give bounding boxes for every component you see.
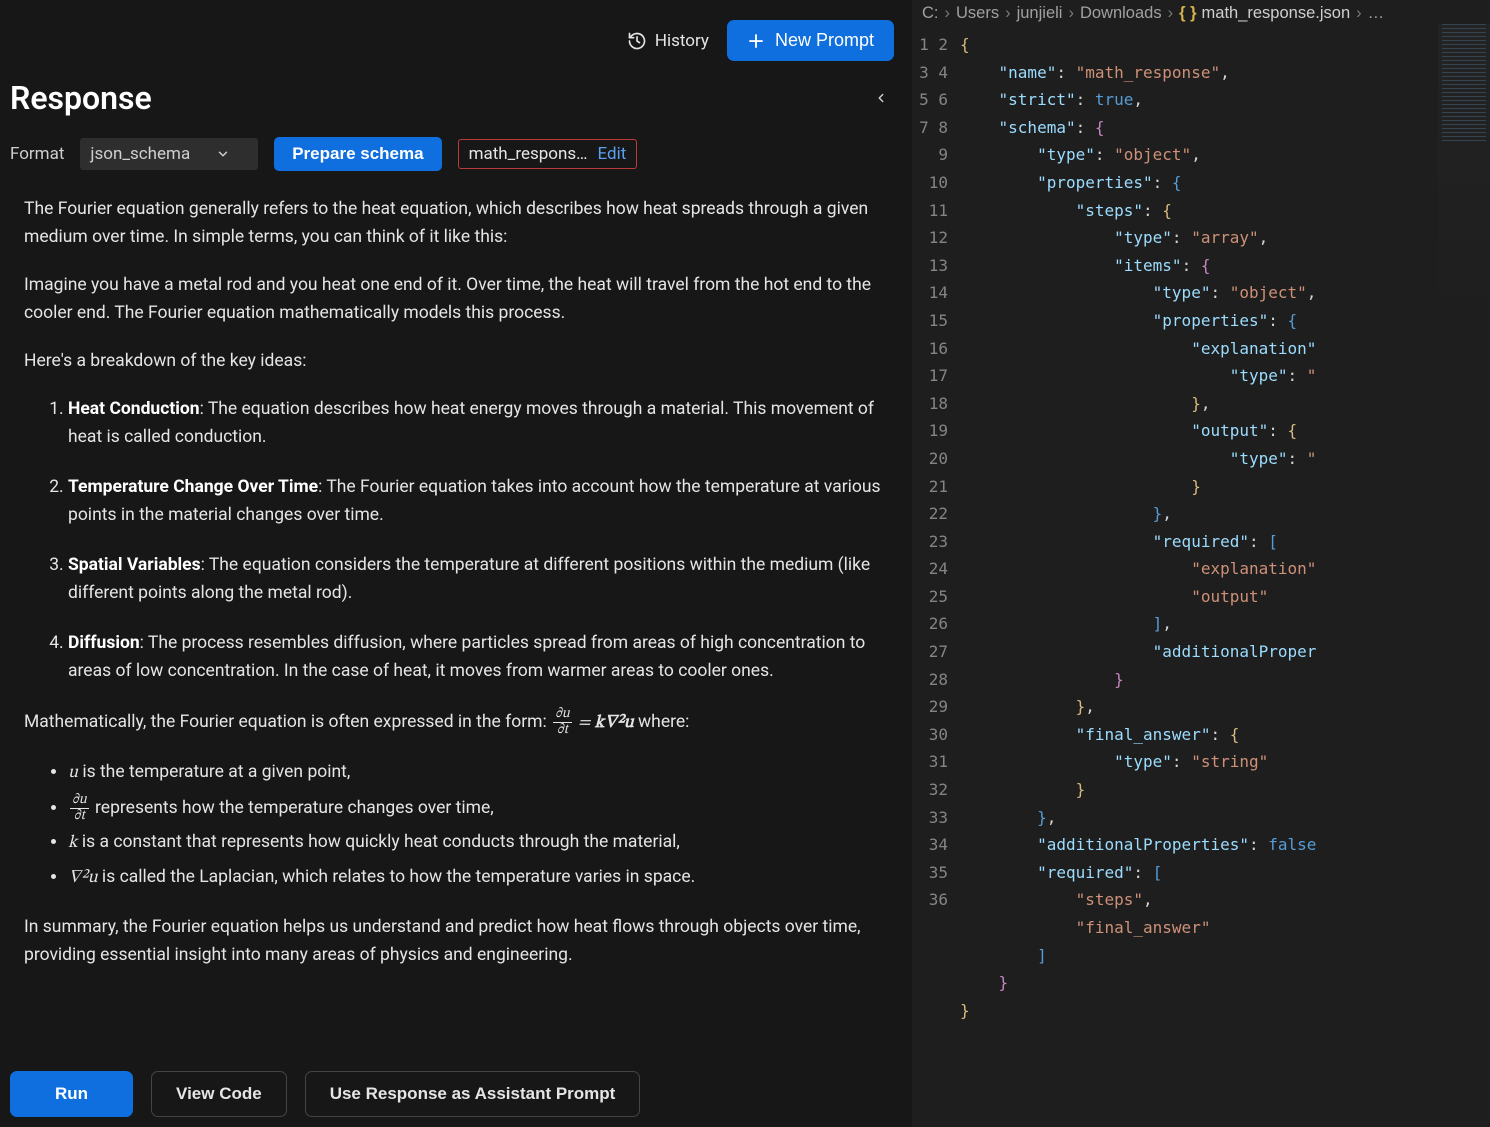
- breadcrumb-segment[interactable]: junjieli: [1017, 4, 1063, 23]
- response-content[interactable]: The Fourier equation generally refers to…: [10, 195, 902, 1057]
- list-item: ∇²u is called the Laplacian, which relat…: [68, 863, 884, 893]
- breadcrumb-trailing: …: [1368, 4, 1385, 23]
- list-item: u is the temperature at a given point,: [68, 758, 884, 788]
- code-area[interactable]: { "name": "math_response", "strict": tru…: [960, 27, 1490, 1127]
- chevron-right-icon: ›: [1005, 4, 1011, 23]
- breadcrumb-filename: math_response.json: [1202, 4, 1351, 23]
- equation-paragraph: Mathematically, the Fourier equation is …: [24, 707, 884, 738]
- bullet-text: is a constant that represents how quickl…: [78, 832, 680, 852]
- key-ideas-list: Heat Conduction: The equation describes …: [24, 395, 884, 685]
- use-response-button[interactable]: Use Response as Assistant Prompt: [305, 1071, 641, 1117]
- breadcrumb-file[interactable]: { } math_response.json: [1179, 4, 1350, 23]
- response-header: Response: [10, 79, 902, 137]
- format-selected-value: json_schema: [90, 144, 190, 164]
- fraction: ∂u∂t: [70, 793, 89, 823]
- list-item: k is a constant that represents how quic…: [68, 828, 884, 858]
- list-item: Diffusion: The process resembles diffusi…: [68, 629, 884, 685]
- breadcrumb-segment[interactable]: C:: [922, 4, 939, 23]
- schema-chip-name: math_respons…: [469, 144, 588, 164]
- schema-edit-link[interactable]: Edit: [598, 144, 627, 164]
- list-item-bold: Temperature Change Over Time: [68, 477, 318, 497]
- history-button[interactable]: History: [627, 31, 709, 51]
- paragraph: Here's a breakdown of the key ideas:: [24, 347, 884, 375]
- list-item: Heat Conduction: The equation describes …: [68, 395, 884, 451]
- format-select[interactable]: json_schema: [80, 138, 258, 170]
- math-symbol: ∇²u: [68, 870, 98, 887]
- history-icon: [627, 31, 647, 51]
- plus-icon: [747, 32, 765, 50]
- view-code-button[interactable]: View Code: [151, 1071, 287, 1117]
- run-button[interactable]: Run: [10, 1071, 133, 1117]
- fraction-denominator: ∂t: [555, 723, 570, 738]
- list-item: Temperature Change Over Time: The Fourie…: [68, 473, 884, 529]
- editor-body[interactable]: 1 2 3 4 5 6 7 8 9 10 11 12 13 14 15 16 1…: [912, 27, 1490, 1127]
- fraction-numerator: ∂u: [553, 707, 572, 723]
- chevron-right-icon: ›: [1168, 4, 1174, 23]
- new-prompt-button[interactable]: New Prompt: [727, 20, 894, 61]
- json-file-icon: { }: [1179, 4, 1196, 23]
- paragraph: In summary, the Fourier equation helps u…: [24, 913, 884, 969]
- bullet-text: represents how the temperature changes o…: [91, 798, 494, 818]
- chevron-right-icon: ›: [1068, 4, 1074, 23]
- paragraph: The Fourier equation generally refers to…: [24, 195, 884, 251]
- new-prompt-label: New Prompt: [775, 30, 874, 51]
- equation-pre-text: Mathematically, the Fourier equation is …: [24, 712, 551, 732]
- format-row: Format json_schema Prepare schema math_r…: [10, 137, 902, 195]
- equation-lhs-fraction: ∂u∂t: [553, 707, 572, 737]
- collapse-caret-icon[interactable]: [874, 88, 902, 108]
- equation-terms-list: u is the temperature at a given point, ∂u…: [24, 758, 884, 893]
- list-item-bold: Heat Conduction: [68, 399, 200, 419]
- topbar: History New Prompt: [10, 10, 902, 79]
- minimap[interactable]: [1438, 24, 1490, 324]
- bullet-text: is the temperature at a given point,: [78, 762, 350, 782]
- list-item-bold: Spatial Variables: [68, 555, 201, 575]
- list-item: Spatial Variables: The equation consider…: [68, 551, 884, 607]
- breadcrumb-segment[interactable]: Users: [956, 4, 999, 23]
- playground-panel: History New Prompt Response Format json_…: [0, 0, 912, 1127]
- chevron-right-icon: ›: [1356, 4, 1362, 23]
- editor-panel: C: › Users › junjieli › Downloads › { } math_resp…: [912, 0, 1490, 1127]
- list-item: ∂u∂t represents how the temperature chan…: [68, 793, 884, 823]
- prepare-schema-button[interactable]: Prepare schema: [274, 137, 441, 171]
- equation-post-text: where:: [634, 712, 690, 732]
- chevron-down-icon: [216, 147, 230, 161]
- math-symbol: k: [68, 835, 78, 852]
- line-gutter: 1 2 3 4 5 6 7 8 9 10 11 12 13 14 15 16 1…: [912, 27, 960, 1127]
- bullet-text: is called the Laplacian, which relates t…: [98, 867, 696, 887]
- list-item-bold: Diffusion: [68, 633, 140, 653]
- breadcrumb[interactable]: C: › Users › junjieli › Downloads › { } math_resp…: [912, 0, 1490, 27]
- breadcrumb-segment[interactable]: Downloads: [1080, 4, 1162, 23]
- format-label: Format: [10, 144, 64, 164]
- schema-chip: math_respons… Edit: [458, 139, 638, 169]
- equation-rhs: = k∇²u: [574, 715, 634, 732]
- history-label: History: [655, 31, 709, 51]
- math-symbol: u: [68, 765, 78, 782]
- action-buttons: Run View Code Use Response as Assistant …: [10, 1057, 902, 1117]
- list-item-rest: : The process resembles diffusion, where…: [68, 633, 865, 681]
- paragraph: Imagine you have a metal rod and you hea…: [24, 271, 884, 327]
- page-title: Response: [10, 79, 152, 117]
- chevron-right-icon: ›: [945, 4, 951, 23]
